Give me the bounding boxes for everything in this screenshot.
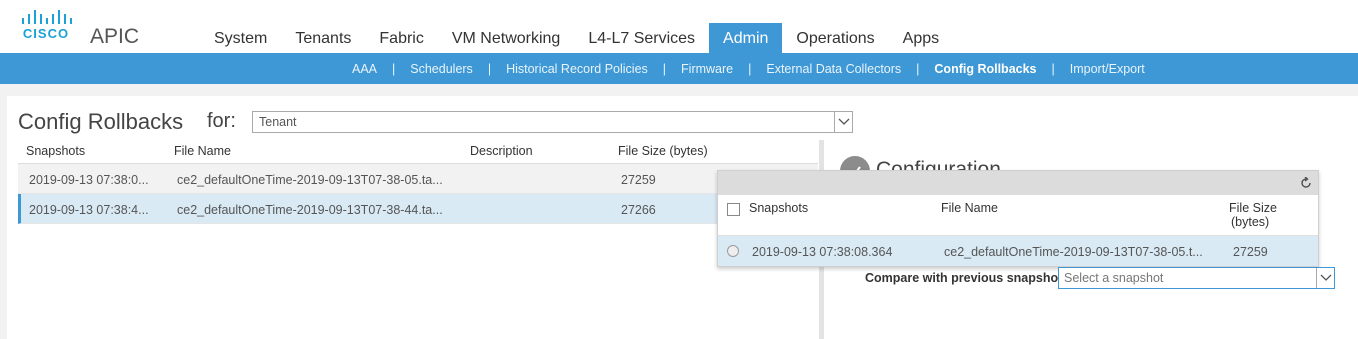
tab-fabric[interactable]: Fabric	[365, 23, 437, 53]
chevron-down-icon	[838, 118, 850, 125]
popup-row-snapshot: 2019-09-13 07:38:08.364	[752, 245, 893, 259]
compare-select-dropdown[interactable]	[1316, 268, 1334, 288]
page-title: Config Rollbacks	[18, 109, 184, 134]
subnav-external-data-collectors[interactable]: External Data Collectors	[766, 62, 901, 76]
logo-text: CISCO	[22, 26, 70, 41]
compare-select-placeholder: Select a snapshot	[1064, 271, 1164, 285]
sub-navigation: AAA | Schedulers | Historical Record Pol…	[0, 53, 1358, 84]
snapshot-radio[interactable]	[727, 245, 739, 257]
select-all-checkbox[interactable]	[727, 203, 740, 216]
row-file-size: 27266	[621, 203, 656, 217]
column-header-file-size[interactable]: File Size (bytes)	[618, 144, 708, 158]
popup-row[interactable]: 2019-09-13 07:38:08.364 ce2_defaultOneTi…	[718, 236, 1318, 266]
popup-column-snapshots[interactable]: Snapshots	[749, 201, 808, 215]
column-header-snapshots[interactable]: Snapshots	[26, 144, 85, 158]
for-select-dropdown[interactable]	[834, 112, 852, 132]
app-title: APIC	[90, 25, 140, 48]
cisco-logo-bars-icon	[22, 10, 72, 24]
popup-column-headers: Snapshots File Name File Size (bytes)	[718, 195, 1318, 236]
column-header-description[interactable]: Description	[470, 144, 533, 158]
snapshot-picker-popup: Snapshots File Name File Size (bytes) 20…	[717, 170, 1319, 267]
subnav-separator: |	[662, 61, 667, 76]
popup-column-file-size-unit: (bytes)	[1231, 215, 1270, 229]
content-frame-top	[0, 84, 1358, 96]
for-select-value: Tenant	[259, 115, 297, 129]
cisco-logo[interactable]: CISCO	[20, 10, 72, 42]
tab-system[interactable]: System	[200, 23, 281, 53]
tab-vm-networking[interactable]: VM Networking	[438, 23, 574, 53]
refresh-icon[interactable]	[1300, 177, 1312, 189]
table-header: Snapshots File Name Description File Siz…	[18, 140, 818, 164]
subnav-aaa[interactable]: AAA	[352, 62, 377, 76]
row-snapshot: 2019-09-13 07:38:0...	[29, 173, 149, 187]
tab-l4-l7-services[interactable]: L4-L7 Services	[574, 23, 709, 53]
row-file-size: 27259	[621, 173, 656, 187]
tab-tenants[interactable]: Tenants	[281, 23, 365, 53]
subnav-separator: |	[748, 61, 752, 76]
subnav-separator: |	[392, 61, 396, 76]
subnav-separator: |	[1051, 61, 1055, 76]
subnav-schedulers[interactable]: Schedulers	[410, 62, 473, 76]
tab-apps[interactable]: Apps	[889, 23, 953, 53]
table-row[interactable]: 2019-09-13 07:38:0... ce2_defaultOneTime…	[18, 164, 818, 194]
column-header-file-name[interactable]: File Name	[174, 144, 231, 158]
popup-header	[718, 171, 1318, 195]
popup-row-file-name: ce2_defaultOneTime-2019-09-13T07-38-05.t…	[944, 245, 1203, 259]
top-bar: CISCO APIC System Tenants Fabric VM Netw…	[0, 0, 1358, 53]
popup-column-file-name[interactable]: File Name	[941, 201, 998, 215]
subnav-separator: |	[487, 61, 492, 76]
main-tabs: System Tenants Fabric VM Networking L4-L…	[200, 23, 953, 53]
subnav-separator: |	[916, 61, 920, 76]
for-select[interactable]: Tenant	[252, 111, 853, 133]
compare-label: Compare with previous snapshot:	[865, 271, 1067, 285]
subnav-import-export[interactable]: Import/Export	[1070, 62, 1145, 76]
subnav-config-rollbacks[interactable]: Config Rollbacks	[934, 62, 1036, 76]
row-file-name: ce2_defaultOneTime-2019-09-13T07-38-05.t…	[177, 173, 443, 187]
popup-column-file-size[interactable]: File Size	[1229, 201, 1277, 215]
row-file-name: ce2_defaultOneTime-2019-09-13T07-38-44.t…	[177, 203, 443, 217]
subnav-firmware[interactable]: Firmware	[681, 62, 733, 76]
for-label: for:	[207, 110, 236, 132]
tab-admin[interactable]: Admin	[709, 23, 783, 53]
table-row[interactable]: 2019-09-13 07:38:4... ce2_defaultOneTime…	[18, 194, 818, 224]
popup-row-file-size: 27259	[1233, 245, 1268, 259]
subnav-historical-record-policies[interactable]: Historical Record Policies	[506, 62, 648, 76]
content-frame-left	[0, 84, 7, 339]
snapshots-table: Snapshots File Name Description File Siz…	[18, 140, 818, 224]
row-snapshot: 2019-09-13 07:38:4...	[29, 203, 149, 217]
tab-operations[interactable]: Operations	[782, 23, 888, 53]
chevron-down-icon	[1320, 274, 1332, 281]
compare-snapshot-select[interactable]: Select a snapshot	[1058, 267, 1335, 289]
